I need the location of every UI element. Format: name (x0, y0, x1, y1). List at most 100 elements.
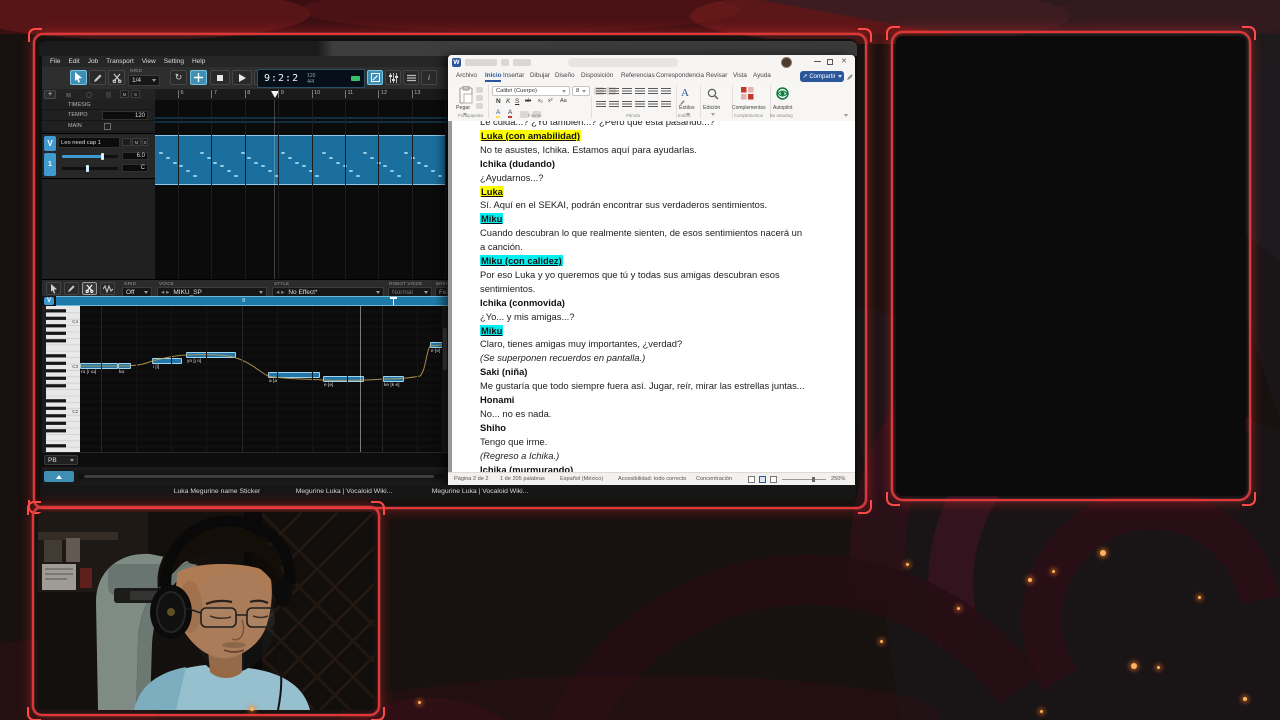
highlight-color-button[interactable]: A (496, 109, 501, 118)
master-mute-button[interactable]: M (120, 90, 129, 98)
track-name-field[interactable]: Leo need cap 1 (58, 137, 120, 148)
bold-button[interactable]: N (496, 98, 501, 105)
styles-icon[interactable]: A (680, 87, 689, 106)
zoom-slider[interactable] (782, 477, 826, 482)
save-icon[interactable] (501, 59, 509, 66)
vocal-clip[interactable] (155, 135, 445, 185)
paragraph-tool-icon[interactable] (609, 100, 619, 108)
tab-dibujar[interactable]: Dibujar (530, 72, 550, 79)
track-mute-button[interactable]: M (132, 138, 141, 146)
close-button[interactable]: ✕ (841, 58, 847, 66)
paragraph-tool-icon[interactable] (661, 100, 671, 108)
play-button[interactable] (232, 70, 252, 85)
tab-referencias[interactable]: Referencias (621, 72, 655, 79)
font-size-select[interactable]: 8 (572, 86, 590, 96)
pr-pointer-tool-button[interactable] (46, 282, 61, 295)
font-name-select[interactable]: Calibri (Cuerpo) (492, 86, 570, 96)
italic-button[interactable]: K (506, 98, 510, 105)
page-indicator[interactable]: Página 2 de 2 (454, 476, 489, 482)
copy-icon[interactable] (476, 95, 483, 101)
taskbar-item[interactable]: Megurine Luka | Vocaloid Wiki... (278, 488, 410, 495)
paragraph-tool-icon[interactable] (635, 100, 645, 108)
mixer-button[interactable] (385, 70, 401, 85)
editor-pen-icon[interactable] (846, 73, 854, 81)
region-strip[interactable]: 9 (56, 296, 448, 306)
document-page[interactable]: Le cuida...? ¿Yo también...? ¿Pero que e… (452, 121, 855, 472)
master-solo-button[interactable]: S (131, 90, 140, 98)
track-option-button[interactable] (122, 138, 131, 146)
autopilot-label[interactable]: Autopilot (773, 105, 792, 111)
scissors-tool-button[interactable] (108, 70, 125, 85)
tab-inicio[interactable]: Inicio (485, 72, 502, 82)
track-tool-icon[interactable] (86, 92, 92, 98)
daw-menu-edit[interactable]: Edit (68, 58, 79, 65)
list-view-button[interactable] (403, 70, 419, 85)
paragraph-tool-icon[interactable] (596, 100, 606, 108)
taskbar-item[interactable]: Luka Megurine name Sticker (152, 488, 282, 495)
track-tool-icon[interactable] (106, 92, 111, 98)
pencil-tool-button[interactable] (89, 70, 106, 85)
autopilot-icon[interactable] (776, 87, 789, 100)
vocal-track[interactable]: V 1 Leo need cap 1 M S 6.0 C (42, 133, 155, 179)
paste-icon[interactable] (458, 86, 474, 104)
paragraph-tool-icon[interactable] (596, 87, 606, 95)
tab-diseño[interactable]: Diseño (555, 72, 575, 79)
taskbar-item[interactable]: Megurine Luka | Vocaloid Wiki... (416, 488, 544, 495)
web-layout-button[interactable] (770, 476, 777, 483)
daw-menu-setting[interactable]: Setting (164, 58, 184, 65)
tab-insertar[interactable]: Insertar (503, 72, 524, 79)
language-indicator[interactable]: Español (México) (560, 476, 603, 482)
stop-button[interactable] (210, 70, 230, 85)
paragraph-tool-icon[interactable] (648, 100, 658, 108)
superscript-button[interactable]: x² (548, 98, 553, 104)
info-button[interactable]: i (421, 70, 437, 85)
paragraph-tool-icon[interactable] (622, 87, 632, 95)
addins-icon[interactable] (741, 87, 754, 100)
collapse-ribbon-icon[interactable] (844, 114, 848, 117)
tab-archivo[interactable]: Archivo (456, 72, 477, 79)
track-solo-button[interactable]: S (142, 138, 148, 146)
change-case-button[interactable]: Aa (560, 98, 567, 104)
track-tool-icon[interactable] (66, 93, 71, 97)
tab-disposición[interactable]: Disposición (581, 72, 613, 79)
subscript-button[interactable]: x₂ (538, 98, 543, 104)
main-checkbox[interactable] (104, 123, 111, 130)
parameter-select[interactable]: PB (44, 455, 78, 465)
zoom-level[interactable]: 250% (831, 476, 845, 482)
pr-scissors-tool-button[interactable] (82, 282, 97, 295)
add-track-button[interactable]: + (44, 90, 56, 99)
tempo-value-box[interactable]: 120 (102, 111, 148, 120)
tab-revisar[interactable]: Revisar (706, 72, 727, 79)
daw-menu-transport[interactable]: Transport (106, 58, 134, 65)
piano-roll-grid[interactable]: oru [ɾ ɯ]kai [i]yo [j o]a [a]e [e]ke [k … (80, 306, 442, 452)
volume-slider[interactable] (62, 153, 118, 160)
share-button[interactable]: ↗ Compartir (800, 71, 844, 82)
account-avatar[interactable] (781, 57, 792, 68)
maximize-button[interactable] (827, 59, 833, 65)
minimize-button[interactable] (814, 61, 821, 62)
cut-icon[interactable] (476, 87, 483, 93)
undo-redo-icons[interactable] (513, 59, 531, 66)
addins-label[interactable]: Complementos (732, 105, 766, 111)
daw-menu-view[interactable]: View (142, 58, 156, 65)
word-count[interactable]: 1 de 205 palabras (500, 476, 545, 482)
edit-panel-button[interactable] (367, 70, 383, 85)
daw-menu-file[interactable]: File (50, 58, 60, 65)
pr-pencil-tool-button[interactable] (64, 282, 79, 295)
print-layout-button[interactable] (759, 476, 766, 483)
snap-crosshair-button[interactable] (190, 70, 207, 85)
horizontal-scrollbar[interactable] (78, 474, 444, 479)
styles-label[interactable]: Estilos (679, 105, 695, 111)
pointer-tool-button[interactable] (70, 70, 87, 85)
grid-select[interactable]: 1/4 (128, 75, 160, 86)
focus-mode[interactable]: Concentración (696, 476, 732, 482)
paragraph-tool-icon[interactable] (648, 87, 658, 95)
paragraph-tool-icon[interactable] (661, 87, 671, 95)
paragraph-tool-icon[interactable] (622, 100, 632, 108)
editing-label[interactable]: Edición (703, 105, 720, 111)
read-mode-button[interactable] (748, 476, 755, 483)
daw-menu-job[interactable]: Job (88, 58, 98, 65)
strikethrough-button[interactable]: ab (525, 98, 531, 104)
font-color-button[interactable]: A (508, 109, 513, 118)
underline-button[interactable]: S (515, 98, 519, 105)
